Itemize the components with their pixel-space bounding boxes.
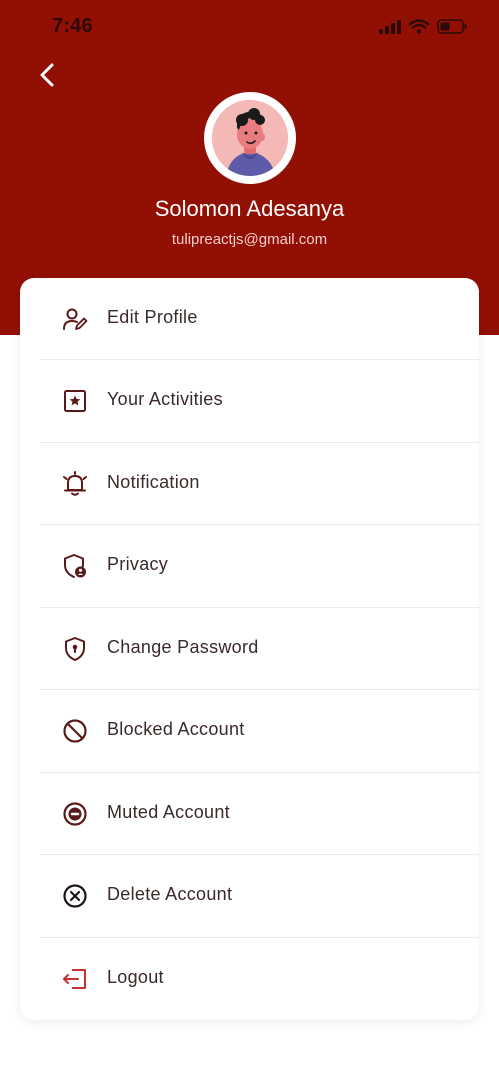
signal-icon bbox=[379, 19, 401, 39]
menu-item-blocked-account[interactable]: Blocked Account bbox=[40, 690, 479, 772]
status-bar: 7:46 bbox=[0, 0, 499, 56]
menu-item-label: Change Password bbox=[107, 637, 259, 657]
wifi-icon bbox=[408, 19, 430, 39]
block-icon bbox=[60, 716, 90, 746]
shield-keyhole-icon bbox=[60, 634, 90, 664]
avatar-illustration bbox=[212, 100, 288, 176]
menu-item-your-activities[interactable]: Your Activities bbox=[40, 360, 479, 442]
status-time: 7:46 bbox=[52, 15, 93, 37]
menu-item-label: Blocked Account bbox=[107, 719, 245, 739]
menu-item-label: Delete Account bbox=[107, 884, 233, 904]
menu-item-delete-account[interactable]: Delete Account bbox=[40, 855, 479, 937]
avatar[interactable] bbox=[204, 92, 296, 184]
status-icons bbox=[379, 18, 467, 40]
menu-item-label: Logout bbox=[107, 967, 164, 987]
menu-item-label: Notification bbox=[107, 472, 200, 492]
menu-item-label: Privacy bbox=[107, 554, 169, 574]
logout-icon bbox=[60, 964, 90, 994]
star-square-icon bbox=[60, 386, 90, 416]
menu-item-label: Muted Account bbox=[107, 802, 230, 822]
menu-item-muted-account[interactable]: Muted Account bbox=[40, 773, 479, 855]
menu-item-change-password[interactable]: Change Password bbox=[40, 608, 479, 690]
battery-icon bbox=[437, 19, 467, 39]
menu-item-edit-profile[interactable]: Edit Profile bbox=[40, 278, 479, 360]
menu-item-label: Edit Profile bbox=[107, 307, 198, 327]
chevron-left-icon bbox=[37, 62, 57, 93]
back-button[interactable] bbox=[30, 60, 64, 94]
menu-item-logout[interactable]: Logout bbox=[40, 938, 479, 1020]
menu-item-privacy[interactable]: Privacy bbox=[40, 525, 479, 607]
menu-item-label: Your Activities bbox=[107, 389, 223, 409]
menu-item-notification[interactable]: Notification bbox=[40, 443, 479, 525]
profile-email: tulipreactjs@gmail.com bbox=[171, 231, 328, 248]
settings-menu-card: Edit Profile Your Activities Notificatio… bbox=[20, 278, 479, 1020]
profile-name: Solomon Adesanya bbox=[154, 196, 345, 221]
shield-user-icon bbox=[60, 551, 90, 581]
edit-user-icon bbox=[60, 304, 90, 334]
delete-circle-icon bbox=[60, 881, 90, 911]
alarm-bell-icon bbox=[60, 469, 90, 499]
mute-icon bbox=[60, 799, 90, 829]
